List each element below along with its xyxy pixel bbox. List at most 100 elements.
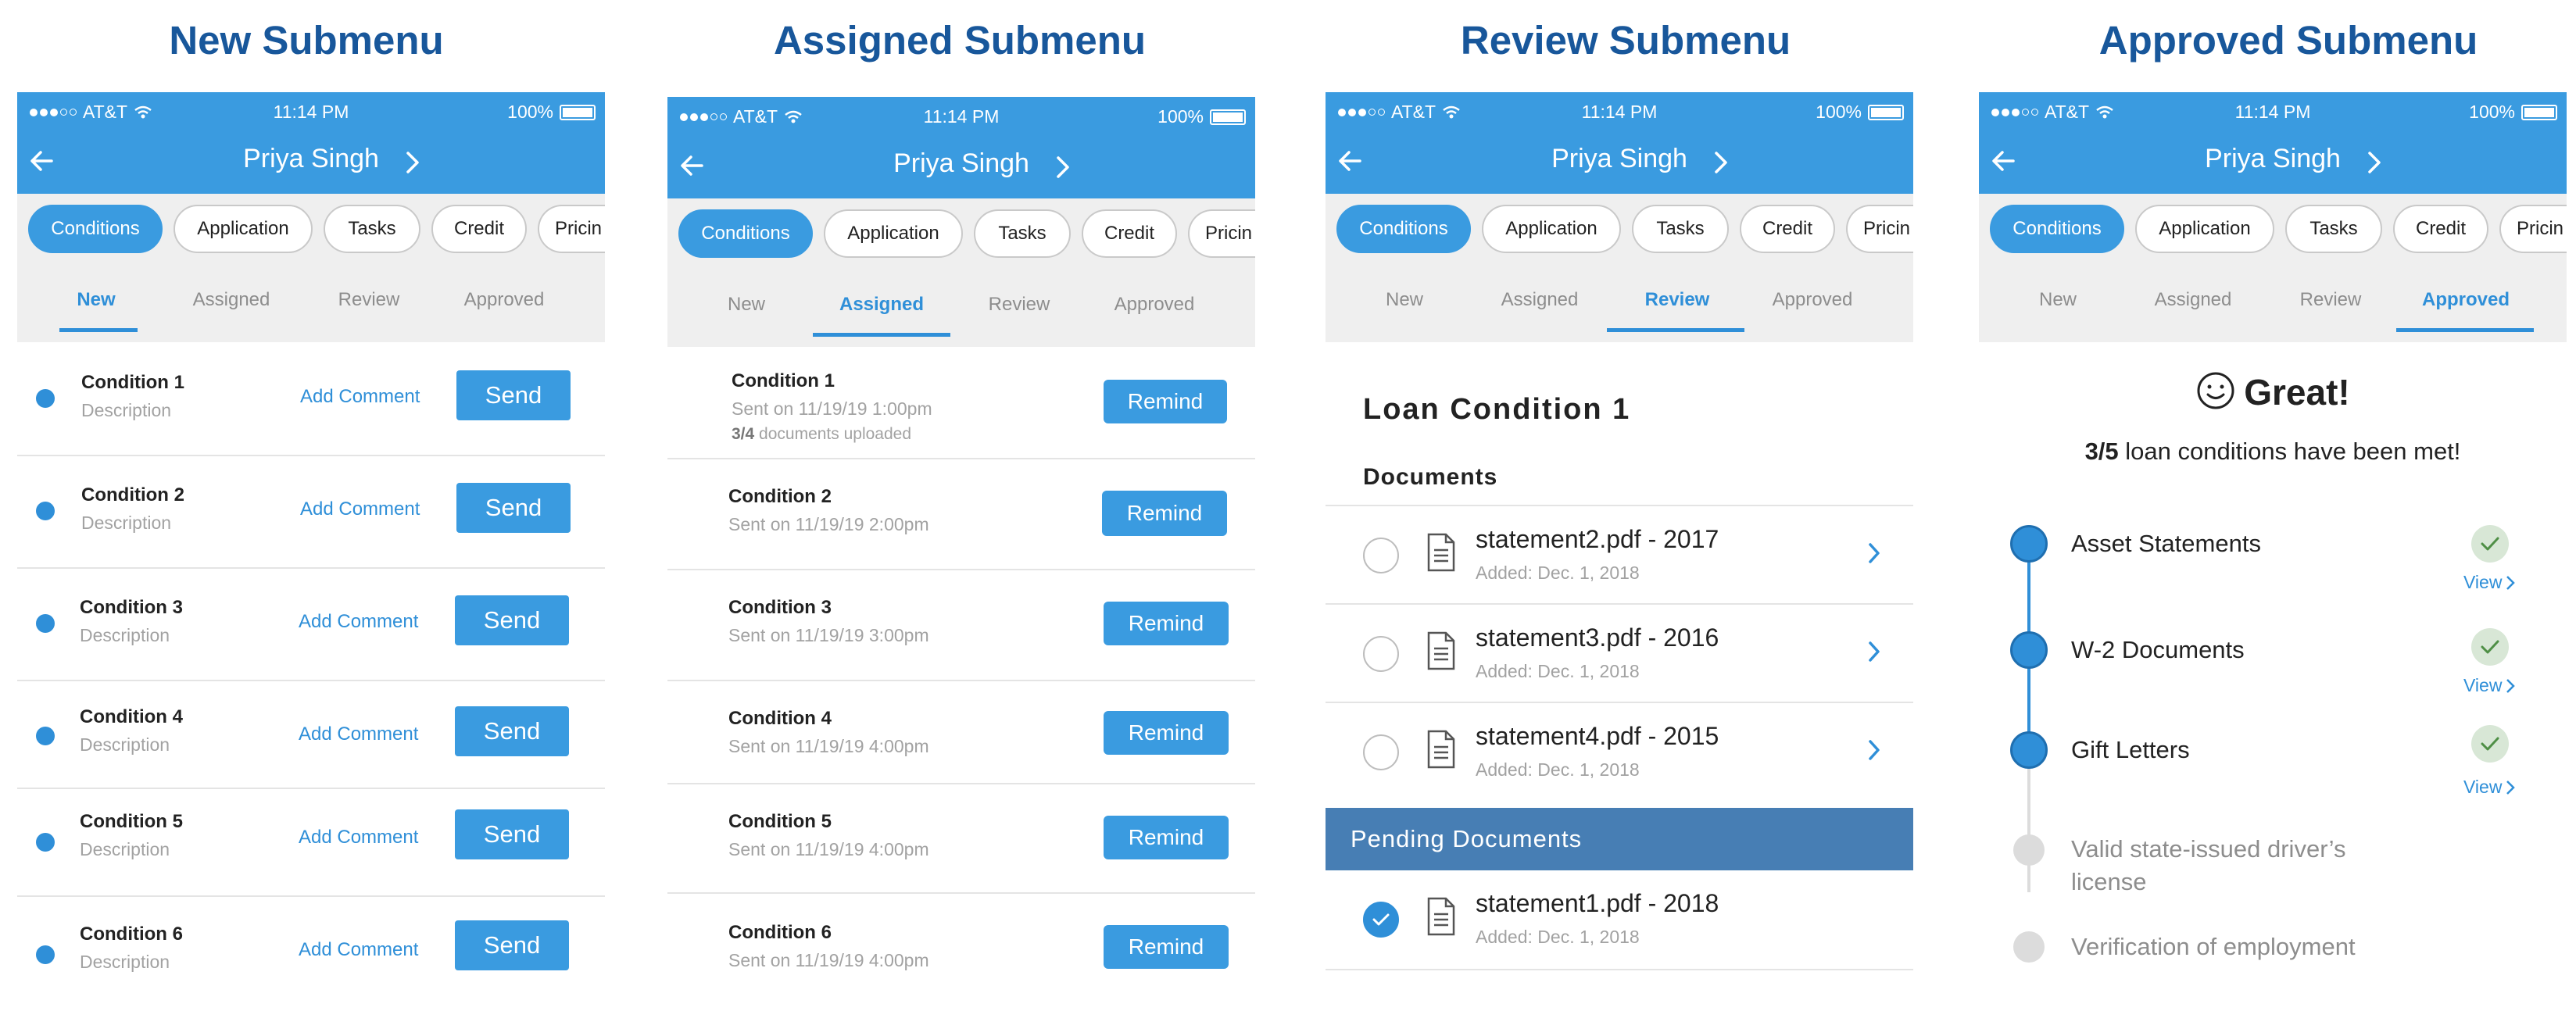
checkmark-icon [2471,628,2509,666]
chip-application[interactable]: Application [1482,205,1621,253]
subtab-assigned[interactable]: Assigned [2131,289,2256,311]
app-bar: AT&T 11:14 PM 100% Priya Singh [667,97,1255,198]
subtab-approved[interactable]: Approved [442,289,567,311]
chip-credit[interactable]: Credit [1740,205,1835,253]
app-bar: AT&T 11:14 PM 100% Priya Singh [17,92,605,194]
chip-credit[interactable]: Credit [1082,209,1177,258]
send-button[interactable]: Send [455,809,569,859]
app-bar: AT&T 11:14 PM 100% Priya Singh [1979,92,2567,194]
remind-button[interactable]: Remind [1104,816,1229,859]
remind-button[interactable]: Remind [1104,711,1229,755]
chip-tasks[interactable]: Tasks [974,209,1071,258]
contact-name[interactable]: Priya Singh [1979,144,2567,174]
view-link[interactable]: View [2463,777,2516,798]
battery-label: 100% [1157,106,1204,127]
new-indicator [36,502,55,520]
subtab-new[interactable]: New [1995,289,2120,311]
document-row[interactable]: statement3.pdf - 2016 Added: Dec. 1, 201… [1326,603,1913,703]
nav-bar: Priya Singh [17,138,605,184]
battery-icon [2521,104,2557,120]
subtab-approved[interactable]: Approved [2403,289,2528,311]
add-comment-link[interactable]: Add Comment [300,386,420,408]
chip-pricing[interactable]: Pricin [1846,205,1913,253]
timeline-node-pending [2013,931,2045,963]
remind-button[interactable]: Remind [1104,380,1227,423]
chip-application[interactable]: Application [174,205,313,253]
subtab-approved[interactable]: Approved [1092,294,1217,316]
chip-pricing[interactable]: Pricin [538,205,605,253]
send-button[interactable]: Send [456,483,571,533]
view-link[interactable]: View [2463,572,2516,593]
chevron-right-icon[interactable] [1866,541,1882,566]
success-text: Great! [2244,372,2350,413]
send-button[interactable]: Send [456,370,571,420]
add-comment-link[interactable]: Add Comment [299,723,418,745]
send-button[interactable]: Send [455,706,569,756]
chip-conditions[interactable]: Conditions [28,205,163,253]
chip-pricing[interactable]: Pricin [2499,205,2567,253]
send-button[interactable]: Send [455,920,569,970]
active-tab-indicator [59,328,138,332]
chip-credit[interactable]: Credit [2393,205,2488,253]
chip-conditions[interactable]: Conditions [1336,205,1471,253]
select-radio[interactable] [1363,538,1399,573]
select-radio[interactable] [1363,636,1399,672]
remind-button[interactable]: Remind [1102,491,1227,536]
condition-row: Condition 6 Sent on 11/19/19 4:00pm Remi… [667,892,1255,995]
document-icon [1427,631,1455,670]
subtab-review[interactable]: Review [2268,289,2393,311]
chip-conditions[interactable]: Conditions [1990,205,2124,253]
pending-document-row[interactable]: statement1.pdf - 2018 Added: Dec. 1, 201… [1326,870,1913,970]
documents-header: Documents [1363,464,1498,490]
condition-name: Condition 4 [728,708,832,729]
subtab-new[interactable]: New [684,294,809,316]
add-comment-link[interactable]: Add Comment [299,827,418,848]
contact-name[interactable]: Priya Singh [17,144,605,174]
subtab-assigned[interactable]: Assigned [819,294,944,316]
chip-application[interactable]: Application [824,209,963,258]
chip-credit[interactable]: Credit [431,205,527,253]
chip-tasks[interactable]: Tasks [2285,205,2382,253]
condition-description: Description [80,952,170,972]
battery-label: 100% [507,102,553,122]
chevron-right-icon[interactable] [1050,153,1074,181]
chevron-right-icon[interactable] [400,148,424,177]
file-name: statement4.pdf - 2015 [1476,722,1719,750]
active-tab-indicator [2396,328,2534,332]
add-comment-link[interactable]: Add Comment [300,498,420,520]
phone-assigned: AT&T 11:14 PM 100% Priya Singh Condition… [667,97,1255,995]
chevron-right-icon[interactable] [1866,639,1882,664]
new-indicator [36,389,55,408]
chip-pricing[interactable]: Pricin [1188,209,1255,258]
subtab-review[interactable]: Review [1615,289,1740,311]
chip-application[interactable]: Application [2135,205,2274,253]
subtab-new[interactable]: New [34,289,159,311]
chip-tasks[interactable]: Tasks [1632,205,1729,253]
document-row[interactable]: statement4.pdf - 2015 Added: Dec. 1, 201… [1326,702,1913,802]
view-link[interactable]: View [2463,675,2516,696]
subtab-new[interactable]: New [1342,289,1467,311]
contact-name[interactable]: Priya Singh [667,148,1255,179]
chevron-right-icon[interactable] [2362,148,2385,177]
add-comment-link[interactable]: Add Comment [299,939,418,961]
subtab-assigned[interactable]: Assigned [1477,289,1602,311]
battery-icon [1868,104,1904,120]
contact-name[interactable]: Priya Singh [1326,144,1913,174]
select-radio[interactable] [1363,734,1399,770]
chip-tasks[interactable]: Tasks [324,205,420,253]
subtab-approved[interactable]: Approved [1750,289,1875,311]
chip-conditions[interactable]: Conditions [678,209,813,258]
condition-name: Condition 2 [81,484,184,506]
chevron-right-icon[interactable] [1866,738,1882,763]
subtab-review[interactable]: Review [306,289,431,311]
checked-radio-icon[interactable] [1363,902,1399,938]
document-row[interactable]: statement2.pdf - 2017 Added: Dec. 1, 201… [1326,505,1913,605]
remind-button[interactable]: Remind [1104,925,1229,969]
subtab-assigned[interactable]: Assigned [169,289,294,311]
sent-date: Sent on 11/19/19 3:00pm [728,625,929,645]
add-comment-link[interactable]: Add Comment [299,611,418,633]
chevron-right-icon[interactable] [1708,148,1732,177]
subtab-review[interactable]: Review [957,294,1082,316]
send-button[interactable]: Send [455,595,569,645]
remind-button[interactable]: Remind [1104,602,1229,645]
